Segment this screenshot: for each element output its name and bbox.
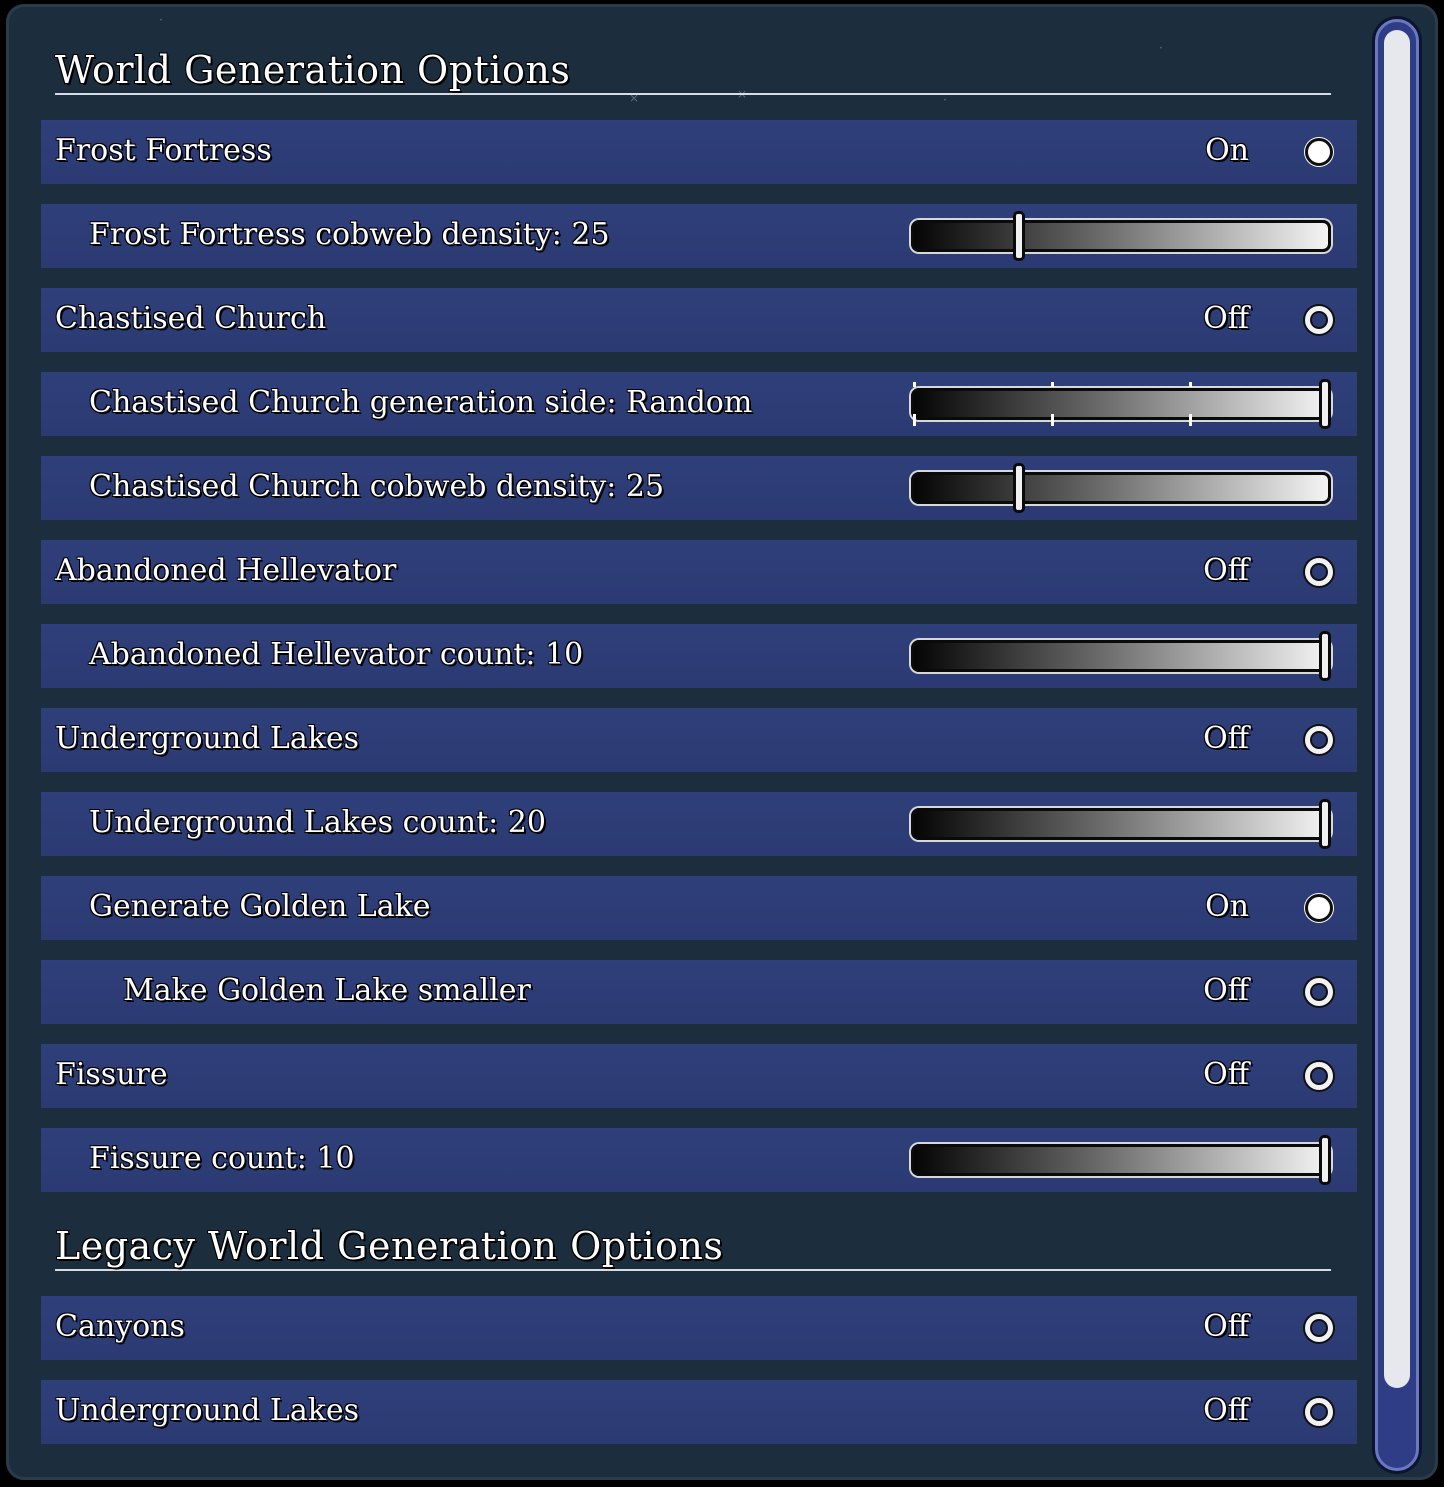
slider-tick-mark [1050, 382, 1054, 426]
toggle-option-row[interactable]: Underground Lakes Off [41, 708, 1357, 772]
toggle-option-row[interactable]: Fissure Off [41, 1044, 1357, 1108]
option-state-text: On [1205, 133, 1249, 168]
option-state-text: Off [1203, 301, 1249, 336]
scrollbar[interactable] [1375, 19, 1419, 1471]
option-label: Frost Fortress [55, 133, 272, 168]
section-header-world-generation: World Generation Options [55, 47, 1331, 95]
slider-knob[interactable] [1319, 799, 1331, 849]
slider-knob[interactable] [1013, 463, 1025, 513]
toggle-option-row[interactable]: Frost Fortress On [41, 120, 1357, 184]
slider-knob[interactable] [1319, 379, 1331, 429]
toggle-off-icon[interactable] [1305, 978, 1333, 1006]
option-state-text: Off [1203, 1057, 1249, 1092]
value-slider[interactable] [911, 631, 1331, 681]
option-label: Fissure count: 10 [89, 1141, 355, 1176]
option-state-text: Off [1203, 973, 1249, 1008]
slider-knob[interactable] [1319, 631, 1331, 681]
option-label: Abandoned Hellevator [55, 553, 397, 588]
toggle-on-icon[interactable] [1305, 138, 1333, 166]
value-slider[interactable] [911, 1135, 1331, 1185]
slider-tick-mark [913, 382, 916, 426]
slider-option-row[interactable]: Underground Lakes count: 20 [41, 792, 1357, 856]
option-label: Underground Lakes [55, 721, 360, 756]
section-title: Legacy World Generation Options [55, 1224, 724, 1268]
option-label: Canyons [55, 1309, 185, 1344]
option-label: Chastised Church generation side: Random [89, 385, 753, 420]
slider-option-row[interactable]: Frost Fortress cobweb density: 25 [41, 204, 1357, 268]
toggle-option-row[interactable]: Abandoned Hellevator Off [41, 540, 1357, 604]
value-slider[interactable] [911, 463, 1331, 513]
option-label: Chastised Church cobweb density: 25 [89, 469, 665, 504]
toggle-off-icon[interactable] [1305, 558, 1333, 586]
world-generation-panel: · × × · · World Generation Options Frost… [6, 4, 1438, 1480]
toggle-option-row[interactable]: Chastised Church Off [41, 288, 1357, 352]
slider-option-row[interactable]: Chastised Church generation side: Random [41, 372, 1357, 436]
option-label: Fissure [55, 1057, 168, 1092]
toggle-off-icon[interactable] [1305, 726, 1333, 754]
slider-tick-mark [1188, 382, 1192, 426]
slider-option-row[interactable]: Fissure count: 10 [41, 1128, 1357, 1192]
slider-option-row[interactable]: Abandoned Hellevator count: 10 [41, 624, 1357, 688]
option-label: Abandoned Hellevator count: 10 [89, 637, 584, 672]
toggle-option-row[interactable]: Canyons Off [41, 1296, 1357, 1360]
option-label: Underground Lakes count: 20 [89, 805, 546, 840]
toggle-option-row[interactable]: Make Golden Lake smaller Off [41, 960, 1357, 1024]
toggle-off-icon[interactable] [1305, 306, 1333, 334]
option-state-text: Off [1203, 721, 1249, 756]
toggle-off-icon[interactable] [1305, 1314, 1333, 1342]
section-header-legacy-world-generation: Legacy World Generation Options [55, 1223, 1331, 1271]
option-label: Underground Lakes [55, 1393, 360, 1428]
option-state-text: Off [1203, 1309, 1249, 1344]
option-state-text: Off [1203, 1393, 1249, 1428]
option-state-text: On [1205, 889, 1249, 924]
option-label: Make Golden Lake smaller [123, 973, 531, 1008]
toggle-option-row[interactable]: Generate Golden Lake On [41, 876, 1357, 940]
option-state-text: Off [1203, 553, 1249, 588]
toggle-on-icon[interactable] [1305, 894, 1333, 922]
toggle-off-icon[interactable] [1305, 1398, 1333, 1426]
value-slider[interactable] [911, 211, 1331, 261]
option-label: Generate Golden Lake [89, 889, 431, 924]
option-label: Frost Fortress cobweb density: 25 [89, 217, 610, 252]
toggle-option-row[interactable]: Underground Lakes Off [41, 1380, 1357, 1444]
section-title: World Generation Options [55, 48, 571, 92]
slider-option-row[interactable]: Chastised Church cobweb density: 25 [41, 456, 1357, 520]
scrollbar-thumb[interactable] [1384, 30, 1410, 1388]
slider-knob[interactable] [1319, 1135, 1331, 1185]
option-label: Chastised Church [55, 301, 327, 336]
value-slider[interactable] [911, 799, 1331, 849]
sparkle-decoration: · [943, 93, 947, 107]
toggle-off-icon[interactable] [1305, 1062, 1333, 1090]
sparkle-decoration: · [159, 13, 163, 27]
value-slider[interactable] [911, 379, 1331, 429]
slider-knob[interactable] [1013, 211, 1025, 261]
